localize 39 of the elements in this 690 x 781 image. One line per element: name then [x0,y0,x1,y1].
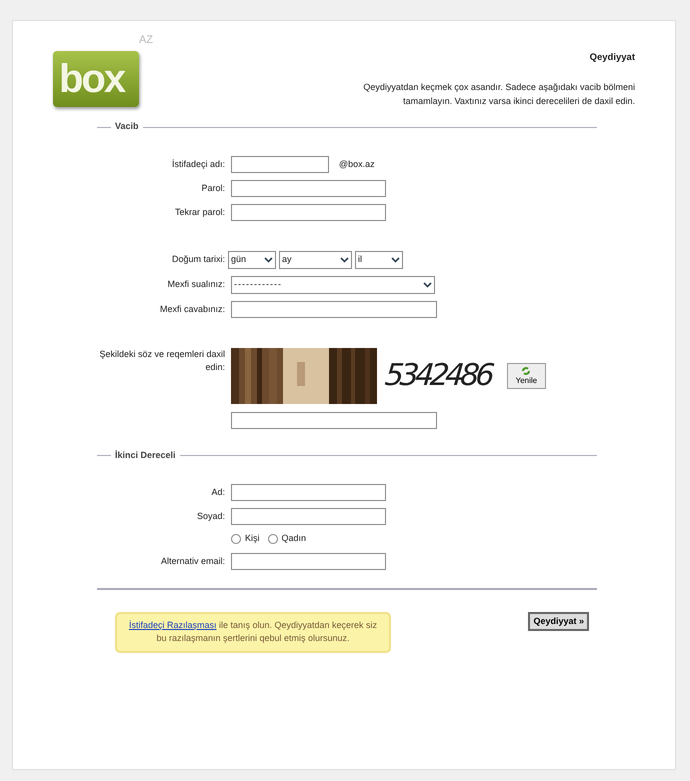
input-field[interactable] [231,300,437,318]
refresh-button[interactable]: Yenile [506,362,546,389]
dropdown[interactable]: il [355,250,403,269]
field-label: Alternativ email: [160,554,225,568]
submit-button[interactable]: Qeydiyyat » [528,612,589,632]
agreement-link[interactable]: İstifadeçi Razılaşması [128,620,216,630]
field-label: Tekrar parol: [174,206,225,219]
input-field[interactable] [231,180,386,197]
field-label: Doğum tarixi: [170,253,225,266]
field-label: Mexfi cavabınız: [158,302,225,316]
input-field[interactable] [231,508,386,526]
radio-label: Qadın [282,532,306,546]
captcha-label: Şekildeki söz ve reqemleri daxil edin: [98,348,225,374]
section-legend: Vacib [115,120,139,134]
logo-suffix: AZ [138,35,153,46]
dropdown[interactable]: gün [228,250,276,269]
intro-text: Qeydiyyatdan keçmek çox asandır. Sadece aşağıdakı vacib bölmeni tamamlayın. Vaxtınız varsa ikinci derecelileri de daxil edin. [362,81,635,108]
radio-button[interactable] [268,534,278,544]
dropdown[interactable]: ay [279,250,352,269]
captcha-code: 5342486 [383,358,492,394]
field-label: İstifadeçi adı: [170,158,225,171]
field-label: Parol: [200,182,225,194]
field-label: Mexfi sualınız: [166,278,225,291]
section-legend: İkinci Dereceli [115,448,176,462]
input-field[interactable] [231,552,386,570]
input-field[interactable] [231,204,386,221]
field-label: Ad: [210,486,225,499]
agreement-note: İstifadeçi Razılaşması ile tanış olun. Qeydiyyatdan keçerek siz bu razılaşmanın şertlerini qebul etmiş olursunuz. [115,612,391,653]
input-field[interactable] [231,156,329,173]
logo-text: box [58,57,124,101]
dropdown[interactable]: ------------ [231,276,435,294]
refresh-icon [521,366,532,376]
field-label: Soyad: [196,510,225,523]
radio-label: Kişi [245,532,260,546]
page-title: Qeydiyyat [588,51,635,65]
radio-button[interactable] [231,534,241,544]
input-field[interactable] [231,412,437,429]
domain-suffix: @box.az [339,158,375,170]
input-field[interactable] [231,484,386,502]
